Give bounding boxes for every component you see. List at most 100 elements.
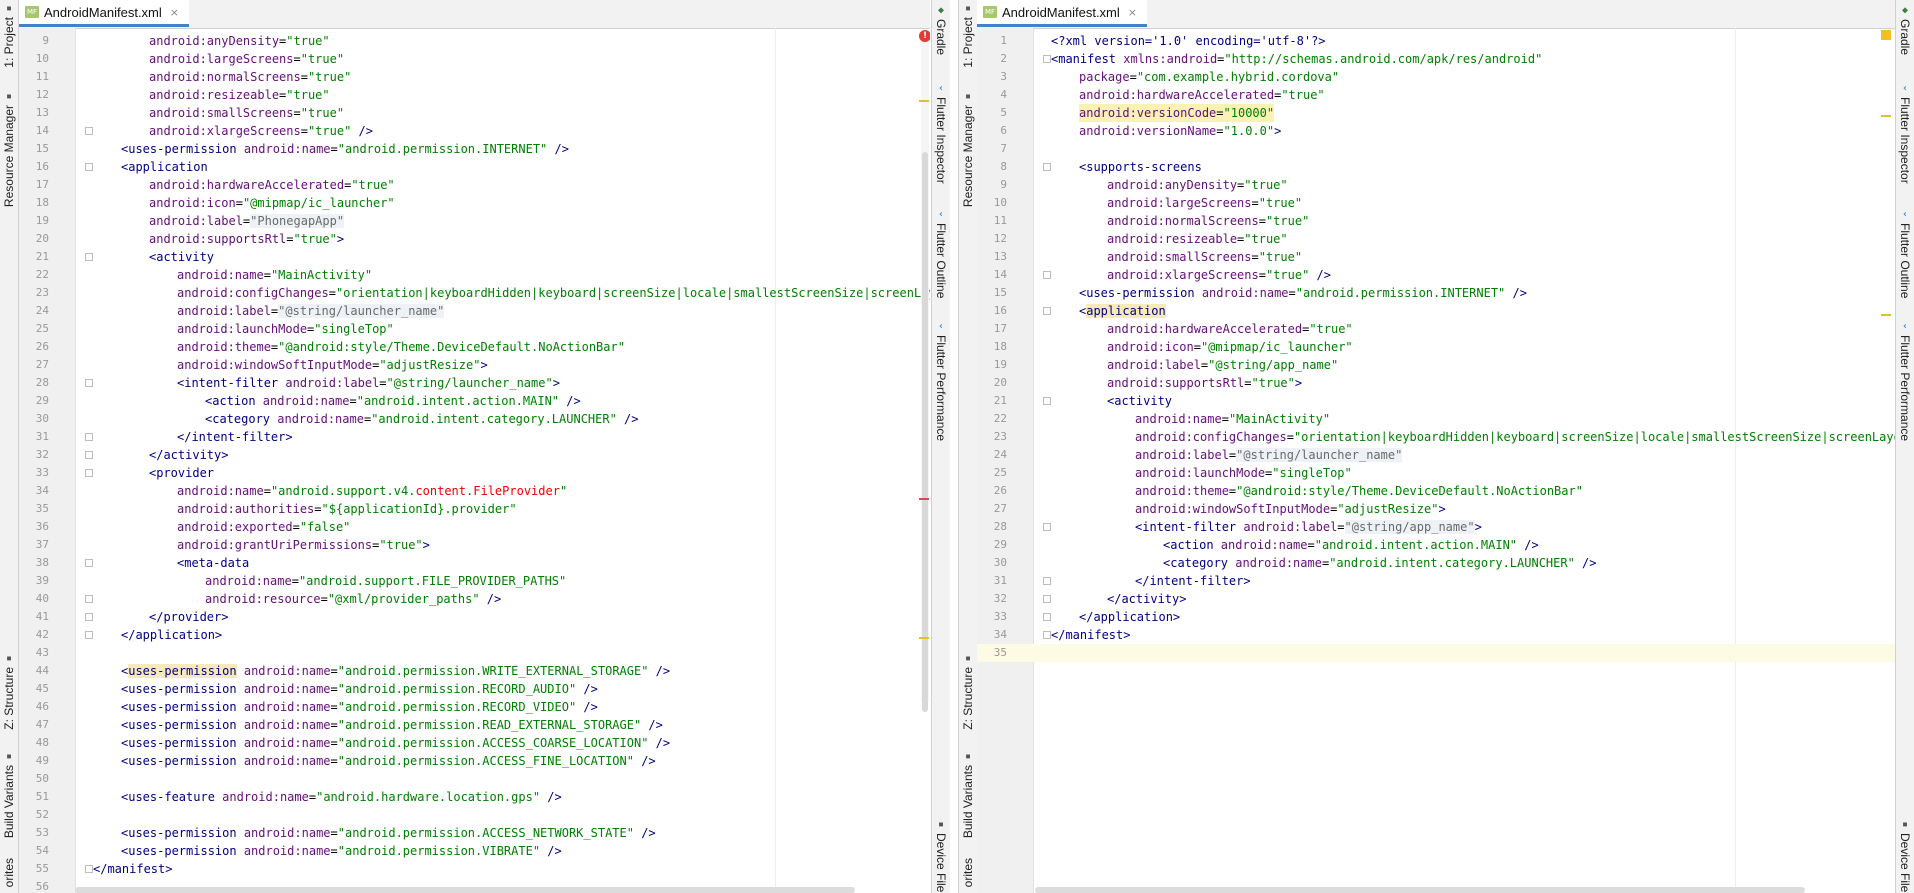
code-line[interactable]: 43 — [19, 644, 930, 662]
code-line[interactable]: 23 android:configChanges="orientation|key… — [977, 428, 1895, 446]
fold-marker-icon[interactable] — [1043, 271, 1051, 279]
fold-marker-icon[interactable] — [85, 451, 93, 459]
tool-tab-resource-manager[interactable]: ▪ Resource Manager — [0, 92, 18, 208]
editor-tab-androidmanifest[interactable]: MF AndroidManifest.xml × — [977, 0, 1147, 27]
fold-marker-icon[interactable] — [85, 127, 93, 135]
code-line[interactable]: 51 <uses-feature android:name="android.ha… — [19, 788, 930, 806]
code-line[interactable]: 16 <application — [19, 158, 930, 176]
code-line[interactable]: 32 </activity> — [977, 590, 1895, 608]
warning-marker[interactable] — [919, 100, 929, 102]
code-line[interactable]: 20 android:supportsRtl="true"> — [19, 230, 930, 248]
code-line[interactable]: 25 android:launchMode="singleTop" — [19, 320, 930, 338]
fold-marker-icon[interactable] — [85, 613, 93, 621]
warning-marker[interactable] — [919, 637, 929, 639]
code-line[interactable]: 28 <intent-filter android:label="@string/… — [19, 374, 930, 392]
code-line[interactable]: 17 android:hardwareAccelerated="true" — [977, 320, 1895, 338]
code-line[interactable]: 46 <uses-permission android:name="android… — [19, 698, 930, 716]
code-line[interactable]: 34 </manifest> — [977, 626, 1895, 644]
fold-marker-icon[interactable] — [1043, 397, 1051, 405]
code-line[interactable]: 14 android:xlargeScreens="true" /> — [977, 266, 1895, 284]
code-line[interactable]: 31 </intent-filter> — [19, 428, 930, 446]
tool-tab-favorites[interactable]: orites — [959, 858, 977, 887]
code-line[interactable]: 14 android:xlargeScreens="true" /> — [19, 122, 930, 140]
vertical-scrollbar[interactable] — [921, 32, 929, 712]
code-line[interactable]: 26 android:theme="@android:style/Theme.De… — [19, 338, 930, 356]
fold-marker-icon[interactable] — [1043, 577, 1051, 585]
horizontal-scrollbar[interactable] — [1035, 887, 1805, 893]
code-line[interactable]: 42 </application> — [19, 626, 930, 644]
code-editor[interactable]: 1 <?xml version='1.0' encoding='utf-8'?> 2… — [977, 28, 1895, 893]
fold-marker-icon[interactable] — [1043, 55, 1051, 63]
code-line[interactable]: 54 <uses-permission android:name="android… — [19, 842, 930, 860]
code-line[interactable]: 39 android:name="android.support.FILE_PRO… — [19, 572, 930, 590]
fold-marker-icon[interactable] — [85, 469, 93, 477]
code-line[interactable]: 25 android:launchMode="singleTop" — [977, 464, 1895, 482]
code-line[interactable]: 35 android:authorities="${applicationId}.… — [19, 500, 930, 518]
code-editor[interactable]: 9 android:anyDensity="true" 10 android:larg… — [19, 28, 930, 893]
code-line[interactable]: 13 android:smallScreens="true" — [977, 248, 1895, 266]
code-line[interactable]: 36 android:exported="false" — [19, 518, 930, 536]
code-line[interactable]: 48 <uses-permission android:name="android… — [19, 734, 930, 752]
code-line[interactable]: 9 android:anyDensity="true" — [19, 32, 930, 50]
tool-tab-flutter-performance[interactable]: ‹ Flutter Performance — [1896, 322, 1914, 442]
code-line[interactable]: 32 </activity> — [19, 446, 930, 464]
tool-tab-structure[interactable]: ▪ Z: Structure — [0, 654, 18, 730]
code-line[interactable]: 31 </intent-filter> — [977, 572, 1895, 590]
code-line[interactable]: 35 — [977, 644, 1895, 662]
warning-marker[interactable] — [1881, 30, 1891, 40]
code-line[interactable]: 33 <provider — [19, 464, 930, 482]
fold-marker-icon[interactable] — [1043, 613, 1051, 621]
code-line[interactable]: 17 android:hardwareAccelerated="true" — [19, 176, 930, 194]
code-line[interactable]: 53 <uses-permission android:name="android… — [19, 824, 930, 842]
code-line[interactable]: 26 android:theme="@android:style/Theme.De… — [977, 482, 1895, 500]
code-line[interactable]: 44 <uses-permission android:name="android… — [19, 662, 930, 680]
code-line[interactable]: 41 </provider> — [19, 608, 930, 626]
fold-marker-icon[interactable] — [85, 433, 93, 441]
tool-tab-flutter-inspector[interactable]: ‹ Flutter Inspector — [1896, 84, 1914, 184]
code-line[interactable]: 15 <uses-permission android:name="android… — [977, 284, 1895, 302]
code-line[interactable]: 24 android:label="@string/launcher_name" — [977, 446, 1895, 464]
fold-marker-icon[interactable] — [1043, 523, 1051, 531]
code-line[interactable]: 15 <uses-permission android:name="android… — [19, 140, 930, 158]
code-line[interactable]: 21 <activity — [19, 248, 930, 266]
tool-tab-flutter-performance[interactable]: ‹ Flutter Performance — [932, 322, 950, 442]
code-line[interactable]: 47 <uses-permission android:name="android… — [19, 716, 930, 734]
code-line[interactable]: 11 android:normalScreens="true" — [19, 68, 930, 86]
code-line[interactable]: 30 <category android:name="android.intent… — [977, 554, 1895, 572]
warning-marker[interactable] — [1881, 314, 1891, 316]
code-line[interactable]: 37 android:grantUriPermissions="true"> — [19, 536, 930, 554]
code-line[interactable]: 30 <category android:name="android.intent… — [19, 410, 930, 428]
code-line[interactable]: 28 <intent-filter android:label="@string/… — [977, 518, 1895, 536]
code-line[interactable]: 23 android:configChanges="orientation|key… — [19, 284, 930, 302]
code-line[interactable]: 29 <action android:name="android.intent.a… — [977, 536, 1895, 554]
code-line[interactable]: 40 android:resource="@xml/provider_paths"… — [19, 590, 930, 608]
code-line[interactable]: 8 <supports-screens — [977, 158, 1895, 176]
code-line[interactable]: 24 android:label="@string/launcher_name" — [19, 302, 930, 320]
tool-tab-flutter-outline[interactable]: ‹ Flutter Outline — [932, 210, 950, 299]
error-marker[interactable] — [919, 498, 929, 500]
tool-tab-device-file[interactable]: ▪ Device File — [1896, 820, 1914, 893]
code-line[interactable]: 6 android:versionName="1.0.0"> — [977, 122, 1895, 140]
code-line[interactable]: 22 android:name="MainActivity" — [19, 266, 930, 284]
tool-tab-build-variants[interactable]: ▪ Build Variants — [959, 752, 977, 839]
code-line[interactable]: 10 android:largeScreens="true" — [977, 194, 1895, 212]
code-line[interactable]: 2 <manifest xmlns:android="http://schemas… — [977, 50, 1895, 68]
code-line[interactable]: 33 </application> — [977, 608, 1895, 626]
tool-tab-gradle[interactable]: ◆ Gradle — [1896, 6, 1914, 56]
code-line[interactable]: 21 <activity — [977, 392, 1895, 410]
code-line[interactable]: 1 <?xml version='1.0' encoding='utf-8'?> — [977, 32, 1895, 50]
tool-tab-gradle[interactable]: ◆ Gradle — [932, 6, 950, 56]
code-line[interactable]: 55 </manifest> — [19, 860, 930, 878]
tool-tab-flutter-outline[interactable]: ‹ Flutter Outline — [1896, 210, 1914, 299]
code-line[interactable]: 11 android:normalScreens="true" — [977, 212, 1895, 230]
tool-tab-build-variants[interactable]: ▪ Build Variants — [0, 752, 18, 839]
tool-tab-flutter-inspector[interactable]: ‹ Flutter Inspector — [932, 84, 950, 184]
fold-marker-icon[interactable] — [85, 163, 93, 171]
horizontal-scrollbar[interactable] — [75, 887, 855, 893]
close-tab-icon[interactable]: × — [1128, 6, 1137, 19]
code-line[interactable]: 27 android:windowSoftInputMode="adjustRes… — [977, 500, 1895, 518]
fold-marker-icon[interactable] — [85, 865, 93, 873]
tool-tab-project[interactable]: ▪ 1: Project — [0, 4, 18, 68]
code-line[interactable]: 34 android:name="android.support.v4.conte… — [19, 482, 930, 500]
code-line[interactable]: 16 <application — [977, 302, 1895, 320]
